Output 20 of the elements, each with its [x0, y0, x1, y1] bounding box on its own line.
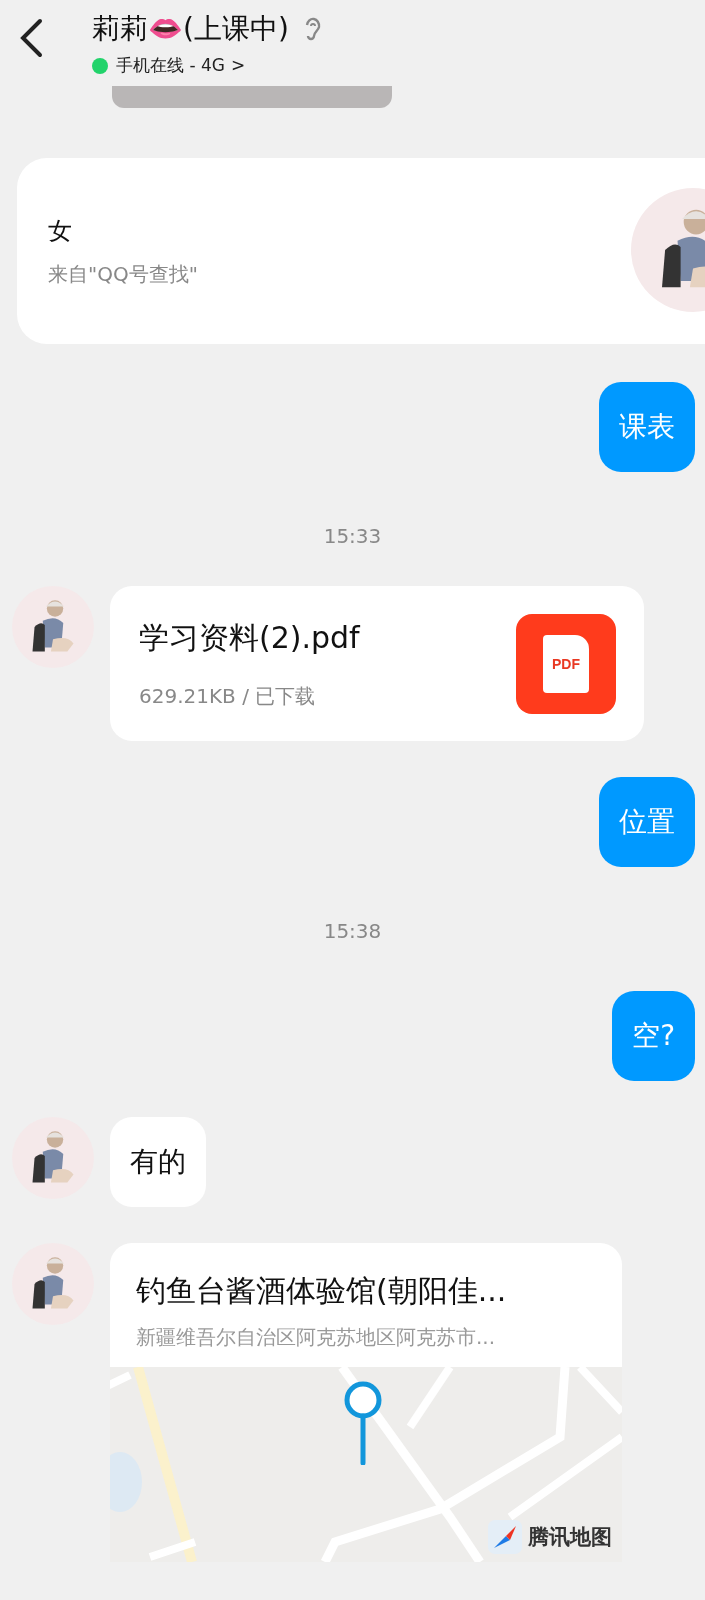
gender-label: 女 — [48, 215, 73, 247]
place-name: 钓鱼台酱酒体验馆(朝阳佳... — [136, 1272, 508, 1310]
location-pin-icon — [342, 1381, 384, 1465]
file-message[interactable]: 学习资料(2).pdf 629.21KB / 已下载 PDF — [110, 586, 644, 741]
message-bubble[interactable]: 有的 — [110, 1117, 206, 1207]
avatar-icon[interactable] — [12, 1243, 94, 1325]
timestamp: 15:38 — [323, 919, 382, 943]
map-logo-text: 腾讯地图 — [528, 1524, 612, 1551]
pdf-file-icon: PDF — [516, 613, 616, 714]
avatar-icon[interactable] — [12, 1117, 94, 1199]
file-name: 学习资料(2).pdf — [139, 618, 360, 657]
online-status[interactable]: 手机在线 - 4G > — [116, 54, 246, 77]
timestamp: 15:33 — [323, 524, 382, 548]
chat-title[interactable]: 莉莉👄(上课中) — [92, 10, 289, 48]
compass-icon — [488, 1520, 522, 1554]
file-size: 629.21KB / 已下载 — [139, 682, 317, 710]
source-label: 来自"QQ号查找" — [48, 260, 199, 288]
avatar-icon[interactable] — [12, 586, 94, 668]
place-address: 新疆维吾尔自治区阿克苏地区阿克苏市... — [136, 1324, 497, 1351]
profile-card[interactable]: 女 来自"QQ号查找" — [17, 158, 705, 344]
